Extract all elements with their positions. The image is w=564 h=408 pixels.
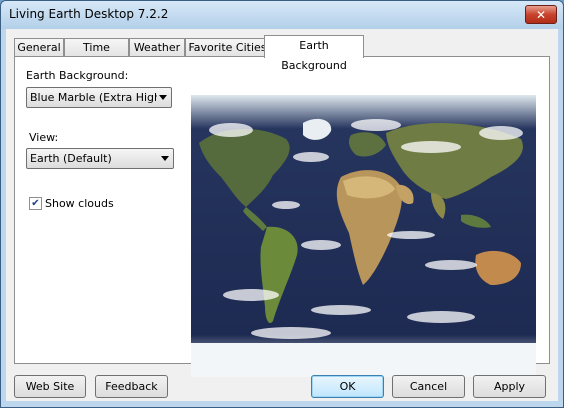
earth-background-label: Earth Background: (26, 69, 129, 82)
tab-general[interactable]: General (14, 38, 64, 57)
web-site-button[interactable]: Web Site (14, 375, 86, 398)
apply-button[interactable]: Apply (473, 375, 546, 398)
feedback-button[interactable]: Feedback (95, 375, 168, 398)
chevron-down-icon (161, 156, 169, 161)
title-bar[interactable]: Living Earth Desktop 7.2.2 ✕ (1, 1, 563, 29)
checkmark-icon: ✔ (31, 198, 40, 209)
earth-background-panel: Earth Background: Blue Marble (Extra Hig… (14, 56, 550, 377)
cancel-button[interactable]: Cancel (392, 375, 465, 398)
app-window: Living Earth Desktop 7.2.2 ✕ General Tim… (0, 0, 564, 408)
window-title: Living Earth Desktop 7.2.2 (9, 7, 169, 21)
view-value: Earth (Default) (30, 152, 112, 165)
earth-background-value: Blue Marble (Extra High Resolution) (30, 91, 157, 104)
chevron-down-icon (159, 95, 167, 100)
tab-favorite-cities[interactable]: Favorite Cities (185, 38, 270, 57)
world-map-graphic (191, 95, 536, 377)
close-button[interactable]: ✕ (525, 5, 557, 24)
earth-preview-image (191, 95, 536, 377)
tab-time-zones[interactable]: Time Zones (64, 38, 129, 72)
view-select[interactable]: Earth (Default) (26, 148, 174, 169)
earth-background-select[interactable]: Blue Marble (Extra High Resolution) (26, 87, 172, 108)
show-clouds-checkbox[interactable]: ✔ (29, 197, 42, 210)
view-label: View: (29, 131, 59, 144)
tab-weather[interactable]: Weather (129, 38, 185, 57)
dialog-body: General Time Zones Weather Favorite Citi… (6, 29, 558, 401)
show-clouds-label: Show clouds (45, 197, 114, 210)
tab-earth-background[interactable]: Earth Background (264, 35, 364, 72)
ok-button[interactable]: OK (311, 375, 384, 398)
close-icon: ✕ (535, 7, 547, 22)
